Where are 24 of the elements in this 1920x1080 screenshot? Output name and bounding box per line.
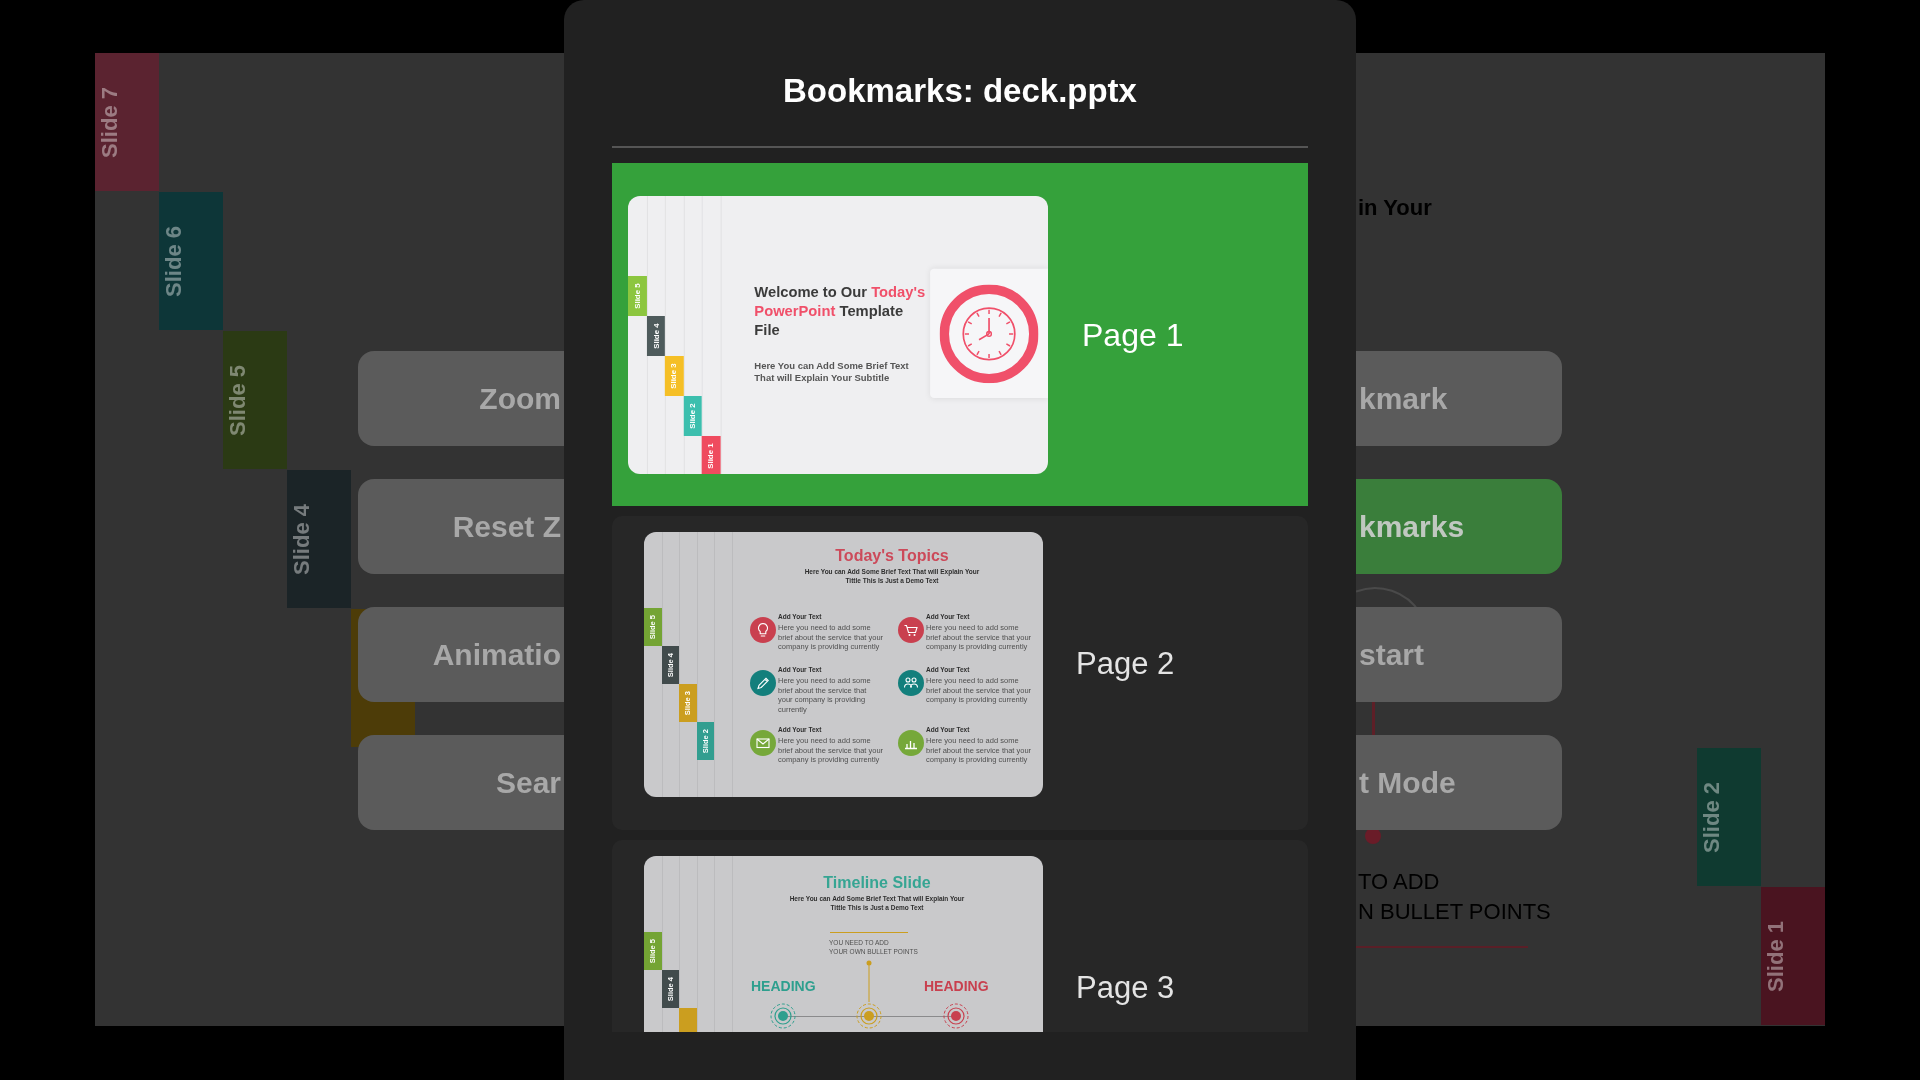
slide-number-block: Slide 2: [1697, 748, 1761, 886]
panel-button[interactable]: t Mode: [1356, 735, 1562, 830]
panel-button[interactable]: Zoom: [358, 351, 564, 446]
panel-button[interactable]: Sear: [358, 735, 564, 830]
panel-button[interactable]: start: [1356, 607, 1562, 702]
slide-subtitle: Here You can Add Some Brief Text That will Explain Your Subtitle: [754, 360, 909, 385]
slide-number-block: Slide 5: [223, 331, 287, 469]
connector-line: [1372, 699, 1375, 735]
clock-icon: [939, 284, 1039, 384]
dialog-title: Bookmarks: deck.pptx: [783, 73, 1137, 107]
slide-title: Timeline Slide: [822, 873, 932, 893]
panel-button[interactable]: Reset Z: [358, 479, 564, 574]
timeline-heading: HEADING: [751, 979, 816, 993]
panel-button[interactable]: kmark: [1356, 351, 1562, 446]
slide-number-block: Slide 7: [95, 53, 159, 191]
slide-title: Today's Topics: [834, 546, 950, 566]
slide-number-block: Slide 4: [287, 470, 351, 608]
slide-number-block: Slide 6: [159, 192, 223, 330]
connector-line: [866, 960, 872, 1002]
slide-number-block: Slide 1: [1761, 887, 1825, 1025]
panel-button[interactable]: kmarks: [1356, 479, 1562, 574]
panel-button[interactable]: Animatio: [358, 607, 564, 702]
slide-title: Welcome to Our Today's PowerPoint Template File: [754, 282, 927, 340]
timeline-heading: HEADING: [924, 979, 989, 993]
